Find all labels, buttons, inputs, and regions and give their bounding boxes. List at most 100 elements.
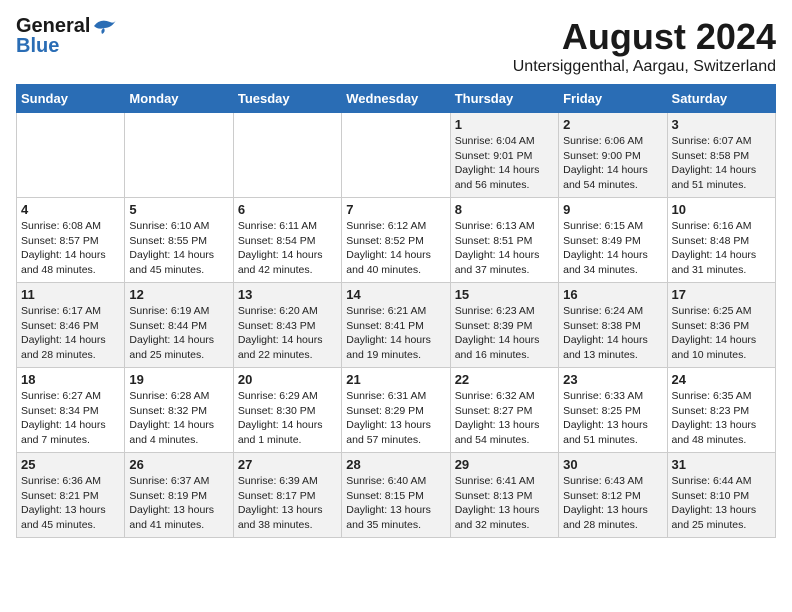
- cell-content: Sunrise: 6:39 AM Sunset: 8:17 PM Dayligh…: [238, 474, 337, 533]
- calendar-cell: 17 Sunrise: 6:25 AM Sunset: 8:36 PM Dayli…: [667, 283, 775, 368]
- cell-content: Sunrise: 6:37 AM Sunset: 8:19 PM Dayligh…: [129, 474, 228, 533]
- calendar-cell: [125, 113, 233, 198]
- calendar-cell: 29Sunrise: 6:41 AM Sunset: 8:13 PM Dayli…: [450, 453, 558, 538]
- calendar-cell: 7 Sunrise: 6:12 AM Sunset: 8:52 PM Daylig…: [342, 198, 450, 283]
- calendar-cell: 15 Sunrise: 6:23 AM Sunset: 8:39 PM Dayli…: [450, 283, 558, 368]
- cell-content: Sunrise: 6:24 AM Sunset: 8:38 PM Dayligh…: [563, 304, 662, 363]
- calendar-table: SundayMondayTuesdayWednesdayThursdayFrid…: [16, 84, 776, 538]
- day-number: 17: [672, 287, 771, 302]
- month-year-title: August 2024: [513, 16, 776, 58]
- cell-content: Sunrise: 6:40 AM Sunset: 8:15 PM Dayligh…: [346, 474, 445, 533]
- cell-content: Sunrise: 6:33 AM Sunset: 8:25 PM Dayligh…: [563, 389, 662, 448]
- cell-content: Sunrise: 6:44 AM Sunset: 8:10 PM Dayligh…: [672, 474, 771, 533]
- calendar-cell: 6 Sunrise: 6:11 AM Sunset: 8:54 PM Daylig…: [233, 198, 341, 283]
- day-number: 9: [563, 202, 662, 217]
- day-number: 3: [672, 117, 771, 132]
- day-number: 16: [563, 287, 662, 302]
- header-saturday: Saturday: [667, 85, 775, 113]
- day-number: 30: [563, 457, 662, 472]
- calendar-cell: 28 Sunrise: 6:40 AM Sunset: 8:15 PM Dayli…: [342, 453, 450, 538]
- cell-content: Sunrise: 6:15 AM Sunset: 8:49 PM Dayligh…: [563, 219, 662, 278]
- calendar-cell: 24 Sunrise: 6:35 AM Sunset: 8:23 PM Dayli…: [667, 368, 775, 453]
- day-number: 8: [455, 202, 554, 217]
- day-number: 18: [21, 372, 120, 387]
- calendar-cell: 13 Sunrise: 6:20 AM Sunset: 8:43 PM Dayli…: [233, 283, 341, 368]
- day-number: 5: [129, 202, 228, 217]
- cell-content: Sunrise: 6:43 AM Sunset: 8:12 PM Dayligh…: [563, 474, 662, 533]
- cell-content: Sunrise: 6:06 AM Sunset: 9:00 PM Dayligh…: [563, 134, 662, 193]
- week-row-2: 11 Sunrise: 6:17 AM Sunset: 8:46 PM Dayli…: [17, 283, 776, 368]
- cell-content: Sunrise: 6:13 AM Sunset: 8:51 PM Dayligh…: [455, 219, 554, 278]
- calendar-cell: 5 Sunrise: 6:10 AM Sunset: 8:55 PM Daylig…: [125, 198, 233, 283]
- cell-content: Sunrise: 6:41 AM Sunset: 8:13 PM Dayligh…: [455, 474, 554, 533]
- cell-content: Sunrise: 6:28 AM Sunset: 8:32 PM Dayligh…: [129, 389, 228, 448]
- day-number: 26: [129, 457, 228, 472]
- calendar-cell: 19 Sunrise: 6:28 AM Sunset: 8:32 PM Dayli…: [125, 368, 233, 453]
- day-number: 11: [21, 287, 120, 302]
- cell-content: Sunrise: 6:31 AM Sunset: 8:29 PM Dayligh…: [346, 389, 445, 448]
- cell-content: Sunrise: 6:35 AM Sunset: 8:23 PM Dayligh…: [672, 389, 771, 448]
- cell-content: Sunrise: 6:25 AM Sunset: 8:36 PM Dayligh…: [672, 304, 771, 363]
- day-number: 7: [346, 202, 445, 217]
- cell-content: Sunrise: 6:36 AM Sunset: 8:21 PM Dayligh…: [21, 474, 120, 533]
- calendar-cell: 31 Sunrise: 6:44 AM Sunset: 8:10 PM Dayli…: [667, 453, 775, 538]
- calendar-cell: 12Sunrise: 6:19 AM Sunset: 8:44 PM Dayli…: [125, 283, 233, 368]
- calendar-cell: 11 Sunrise: 6:17 AM Sunset: 8:46 PM Dayli…: [17, 283, 125, 368]
- day-number: 19: [129, 372, 228, 387]
- day-number: 6: [238, 202, 337, 217]
- logo: General Blue: [16, 16, 118, 56]
- cell-content: Sunrise: 6:20 AM Sunset: 8:43 PM Dayligh…: [238, 304, 337, 363]
- day-number: 21: [346, 372, 445, 387]
- calendar-cell: 25 Sunrise: 6:36 AM Sunset: 8:21 PM Dayli…: [17, 453, 125, 538]
- cell-content: Sunrise: 6:29 AM Sunset: 8:30 PM Dayligh…: [238, 389, 337, 448]
- calendar-cell: 8 Sunrise: 6:13 AM Sunset: 8:51 PM Daylig…: [450, 198, 558, 283]
- day-number: 4: [21, 202, 120, 217]
- week-row-1: 4 Sunrise: 6:08 AM Sunset: 8:57 PM Daylig…: [17, 198, 776, 283]
- logo-general: General: [16, 16, 90, 36]
- calendar-cell: 9 Sunrise: 6:15 AM Sunset: 8:49 PM Daylig…: [559, 198, 667, 283]
- day-number: 27: [238, 457, 337, 472]
- day-number: 10: [672, 202, 771, 217]
- cell-content: Sunrise: 6:23 AM Sunset: 8:39 PM Dayligh…: [455, 304, 554, 363]
- week-row-0: 1 Sunrise: 6:04 AM Sunset: 9:01 PM Daylig…: [17, 113, 776, 198]
- day-number: 15: [455, 287, 554, 302]
- day-number: 13: [238, 287, 337, 302]
- day-number: 28: [346, 457, 445, 472]
- calendar-cell: 26 Sunrise: 6:37 AM Sunset: 8:19 PM Dayli…: [125, 453, 233, 538]
- header-thursday: Thursday: [450, 85, 558, 113]
- cell-content: Sunrise: 6:11 AM Sunset: 8:54 PM Dayligh…: [238, 219, 337, 278]
- calendar-cell: 23 Sunrise: 6:33 AM Sunset: 8:25 PM Dayli…: [559, 368, 667, 453]
- calendar-cell: 10 Sunrise: 6:16 AM Sunset: 8:48 PM Dayli…: [667, 198, 775, 283]
- cell-content: Sunrise: 6:32 AM Sunset: 8:27 PM Dayligh…: [455, 389, 554, 448]
- cell-content: Sunrise: 6:16 AM Sunset: 8:48 PM Dayligh…: [672, 219, 771, 278]
- cell-content: Sunrise: 6:10 AM Sunset: 8:55 PM Dayligh…: [129, 219, 228, 278]
- day-number: 1: [455, 117, 554, 132]
- cell-content: Sunrise: 6:08 AM Sunset: 8:57 PM Dayligh…: [21, 219, 120, 278]
- day-number: 23: [563, 372, 662, 387]
- day-number: 25: [21, 457, 120, 472]
- cell-content: Sunrise: 6:04 AM Sunset: 9:01 PM Dayligh…: [455, 134, 554, 193]
- calendar-cell: 4 Sunrise: 6:08 AM Sunset: 8:57 PM Daylig…: [17, 198, 125, 283]
- logo-bird-icon: [90, 16, 118, 36]
- title-area: August 2024 Untersiggenthal, Aargau, Swi…: [513, 16, 776, 76]
- calendar-cell: 16 Sunrise: 6:24 AM Sunset: 8:38 PM Dayli…: [559, 283, 667, 368]
- day-number: 31: [672, 457, 771, 472]
- calendar-cell: 20Sunrise: 6:29 AM Sunset: 8:30 PM Dayli…: [233, 368, 341, 453]
- header-wednesday: Wednesday: [342, 85, 450, 113]
- cell-content: Sunrise: 6:17 AM Sunset: 8:46 PM Dayligh…: [21, 304, 120, 363]
- week-row-4: 25 Sunrise: 6:36 AM Sunset: 8:21 PM Dayli…: [17, 453, 776, 538]
- week-row-3: 18Sunrise: 6:27 AM Sunset: 8:34 PM Dayli…: [17, 368, 776, 453]
- logo-blue: Blue: [16, 36, 59, 56]
- header-friday: Friday: [559, 85, 667, 113]
- header-tuesday: Tuesday: [233, 85, 341, 113]
- day-number: 2: [563, 117, 662, 132]
- cell-content: Sunrise: 6:07 AM Sunset: 8:58 PM Dayligh…: [672, 134, 771, 193]
- day-number: 24: [672, 372, 771, 387]
- calendar-cell: 21 Sunrise: 6:31 AM Sunset: 8:29 PM Dayli…: [342, 368, 450, 453]
- calendar-cell: 2 Sunrise: 6:06 AM Sunset: 9:00 PM Daylig…: [559, 113, 667, 198]
- calendar-cell: [233, 113, 341, 198]
- header-monday: Monday: [125, 85, 233, 113]
- calendar-cell: 27 Sunrise: 6:39 AM Sunset: 8:17 PM Dayli…: [233, 453, 341, 538]
- cell-content: Sunrise: 6:12 AM Sunset: 8:52 PM Dayligh…: [346, 219, 445, 278]
- calendar-cell: 18Sunrise: 6:27 AM Sunset: 8:34 PM Dayli…: [17, 368, 125, 453]
